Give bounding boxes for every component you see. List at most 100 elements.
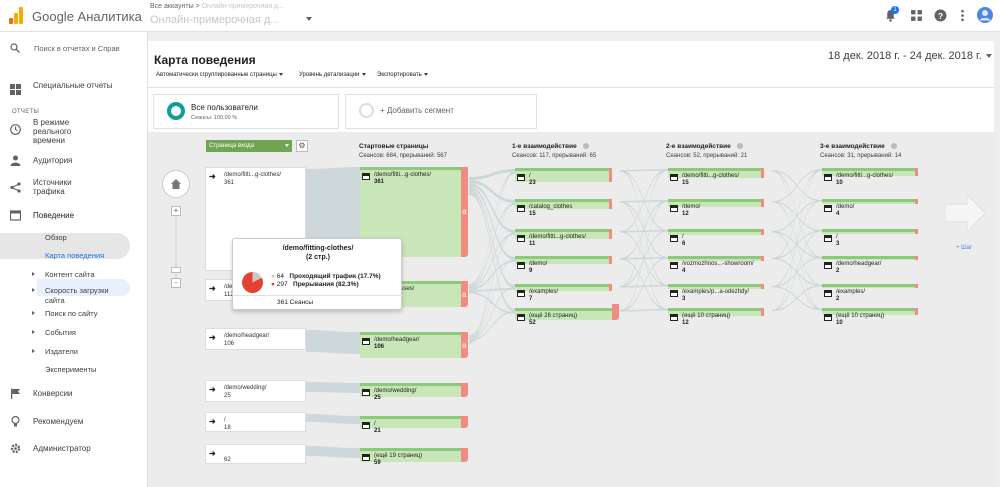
sidebar-subitem-events[interactable]: События: [45, 328, 76, 337]
date-range-picker[interactable]: 18 дек. 2018 г. - 24 дек. 2018 г.: [828, 50, 992, 62]
help-icon[interactable]: ?: [934, 9, 947, 22]
column-header[interactable]: 1-е взаимодействие: [512, 143, 589, 150]
sidebar-subitem-overview[interactable]: Обзор: [45, 233, 67, 242]
sidebar-subitem-publisher[interactable]: Издатели: [45, 347, 78, 356]
column-header[interactable]: 3-е взаимодействие: [820, 143, 897, 150]
search-box[interactable]: Поиск в отчетах и Справ: [10, 42, 147, 58]
flow-link[interactable]: [772, 169, 822, 312]
add-step-link[interactable]: + Шаг: [956, 245, 972, 251]
apps-icon[interactable]: [910, 9, 923, 22]
node-label: /demo/fitti...g-clothes/: [374, 172, 432, 178]
node-label: /examples/: [529, 289, 559, 295]
page-node[interactable]: /vozmozhnos...-showroom/4: [668, 256, 772, 274]
page-node[interactable]: /demo/fitti...g-clothes/11: [515, 229, 620, 247]
page-node[interactable]: /demo/9: [515, 256, 620, 274]
expand-icon[interactable]: [32, 272, 35, 276]
flow-link[interactable]: [469, 180, 515, 203]
page-node[interactable]: /6: [668, 229, 772, 247]
settings-gear-icon[interactable]: ⚙: [296, 140, 308, 152]
sidebar-subitem-site-search[interactable]: Поиск по сайту: [45, 309, 98, 318]
page-node[interactable]: /demo/4: [822, 199, 926, 217]
page-node[interactable]: /examples/2: [822, 284, 926, 302]
segment-all-users[interactable]: Все пользователи Сеансы: 100,00 %: [153, 94, 339, 129]
zoom-out-button[interactable]: -: [171, 278, 181, 288]
flow-link[interactable]: [306, 446, 360, 458]
node-bar: [515, 308, 612, 311]
page-node[interactable]: (ещё 10 страниц) 12: [668, 308, 772, 326]
sidebar-subitem-site-content[interactable]: Контент сайта: [45, 270, 95, 279]
flow-link[interactable]: [306, 382, 360, 393]
dimension-select[interactable]: Страница входа: [206, 140, 292, 152]
info-icon[interactable]: [890, 143, 897, 150]
node-label: /demo/headgear/: [836, 261, 882, 267]
page-node[interactable]: a/demo/headgear/106: [360, 332, 469, 358]
toolbar-level-detail[interactable]: Уровень детализации: [299, 72, 366, 78]
page-node[interactable]: /21: [360, 416, 469, 434]
info-icon[interactable]: [736, 143, 743, 150]
add-segment-button[interactable]: + Добавить сегмент: [345, 94, 537, 129]
page-node[interactable]: /demo/headgear/2: [822, 256, 926, 274]
sidebar-subitem-experiments[interactable]: Эксперименты: [45, 365, 96, 374]
source-node[interactable]: ➜ / 18: [205, 412, 306, 432]
page-node[interactable]: (ещё 19 страниц) 59: [360, 448, 469, 466]
expand-icon[interactable]: [32, 288, 35, 292]
page-node[interactable]: (ещё 26 страниц) 52: [515, 304, 620, 326]
info-icon[interactable]: [582, 143, 589, 150]
node-count: 9: [529, 268, 533, 274]
flow-link[interactable]: [620, 169, 668, 172]
zoom-slider-handle[interactable]: [171, 267, 181, 273]
property-selector[interactable]: Онлайн-примерочная д...: [150, 14, 279, 26]
breadcrumb[interactable]: Все аккаунты > Онлайн-примерочная д...: [150, 3, 284, 10]
node-tooltip: /demo/fitting-clothes/ (2 стр.) ● 64 Про…: [232, 238, 403, 310]
node-count: 15: [682, 180, 689, 186]
flow-link[interactable]: [772, 200, 822, 288]
expand-icon[interactable]: [32, 330, 35, 334]
flow-link[interactable]: [469, 291, 515, 315]
source-node[interactable]: ➜ 62: [205, 444, 306, 464]
next-step-arrow-icon[interactable]: [945, 194, 985, 232]
node-label: /demo/headgear/: [224, 333, 270, 339]
flow-link[interactable]: [306, 414, 360, 424]
page-icon: [517, 314, 525, 321]
node-bar: [515, 168, 612, 171]
sidebar-subitem-behavior-flow[interactable]: Карта поведения: [45, 251, 104, 260]
dropoff-bar: [609, 229, 612, 239]
page-node[interactable]: (ещё 10 страниц) 10: [822, 308, 926, 326]
chevron-down-icon[interactable]: [306, 17, 312, 21]
page-node[interactable]: /3: [822, 229, 926, 247]
source-node[interactable]: ➜ /demo/wedding/25: [205, 380, 306, 402]
flag-icon: [11, 388, 20, 399]
flow-link[interactable]: [772, 230, 822, 312]
column-header[interactable]: 2-е взаимодействие: [666, 143, 743, 150]
toolbar-export[interactable]: Экспортировать: [377, 72, 428, 78]
sidebar-subitem-site-speed[interactable]: Скорость загрузки сайта: [45, 286, 115, 306]
page-node[interactable]: /examples/p...a-odezhdy/3: [668, 284, 772, 302]
expand-icon[interactable]: [32, 349, 35, 353]
zoom-in-button[interactable]: +: [171, 206, 181, 216]
analytics-logo-icon[interactable]: [9, 7, 23, 24]
page-node[interactable]: /demo/wedding/25: [360, 383, 469, 401]
home-reset-button[interactable]: [162, 170, 190, 198]
column-header[interactable]: Стартовые страницы: [359, 143, 428, 150]
flow-link[interactable]: [772, 169, 822, 260]
flow-link[interactable]: [306, 330, 360, 354]
source-node[interactable]: ➜ /demo/headgear/106: [205, 328, 306, 350]
node-bar: [360, 332, 461, 335]
page-node[interactable]: /demo/fitti...g-clothes/15: [668, 168, 772, 186]
page-node[interactable]: /examples/7: [515, 284, 620, 302]
entry-arrow-icon: ➜: [209, 385, 216, 394]
node-label: /demo/: [529, 261, 548, 267]
page-node[interactable]: /23: [515, 168, 620, 186]
node-count: 4: [682, 268, 686, 274]
page-node[interactable]: /demo/12: [668, 199, 772, 217]
page-node[interactable]: /catalog_clothes 15: [515, 199, 620, 217]
app-logo-text[interactable]: Google Аналитика: [32, 9, 142, 24]
page-node[interactable]: /demo/fitti...g-clothes/10: [822, 168, 926, 186]
expand-icon[interactable]: [32, 311, 35, 315]
account-avatar[interactable]: [977, 7, 993, 23]
more-vert-icon[interactable]: [956, 9, 969, 22]
behavior-flow-canvas[interactable]: + - Страница входа ⚙ Стартовые страницы С…: [148, 132, 994, 487]
toolbar-autogroup[interactable]: Автоматически сгруппированные страницы: [156, 72, 283, 78]
node-label: /examples/p...a-odezhdy/: [682, 289, 750, 295]
node-bar: [822, 308, 918, 311]
